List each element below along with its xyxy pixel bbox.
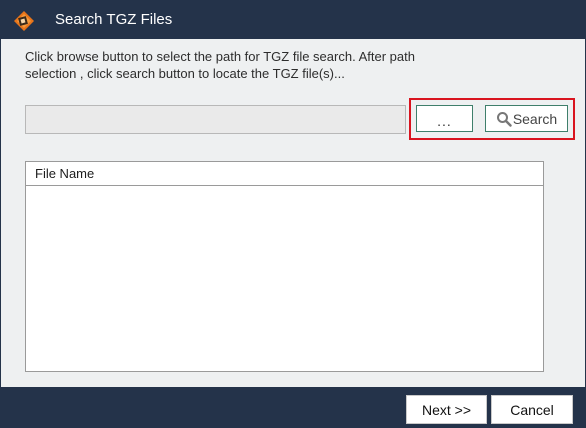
browse-button[interactable]: ... xyxy=(416,105,473,132)
window-title: Search TGZ Files xyxy=(55,11,173,28)
column-header-file-name[interactable]: File Name xyxy=(26,166,543,181)
cancel-button[interactable]: Cancel xyxy=(491,395,573,424)
list-header: File Name xyxy=(26,162,543,186)
search-button[interactable]: Search xyxy=(485,105,568,132)
magnifier-icon xyxy=(496,111,512,127)
footer-bar: Next >> Cancel xyxy=(1,387,585,428)
path-input[interactable] xyxy=(25,105,406,134)
browse-button-label: ... xyxy=(437,112,452,129)
title-bar: Search TGZ Files xyxy=(1,1,585,39)
tgz-app-icon xyxy=(13,10,35,32)
next-button[interactable]: Next >> xyxy=(406,395,487,424)
search-button-label: Search xyxy=(512,110,558,127)
instructions-text: Click browse button to select the path f… xyxy=(25,49,415,81)
file-list[interactable]: File Name xyxy=(25,161,544,372)
search-tgz-dialog: Search TGZ Files Click browse button to … xyxy=(0,0,586,428)
